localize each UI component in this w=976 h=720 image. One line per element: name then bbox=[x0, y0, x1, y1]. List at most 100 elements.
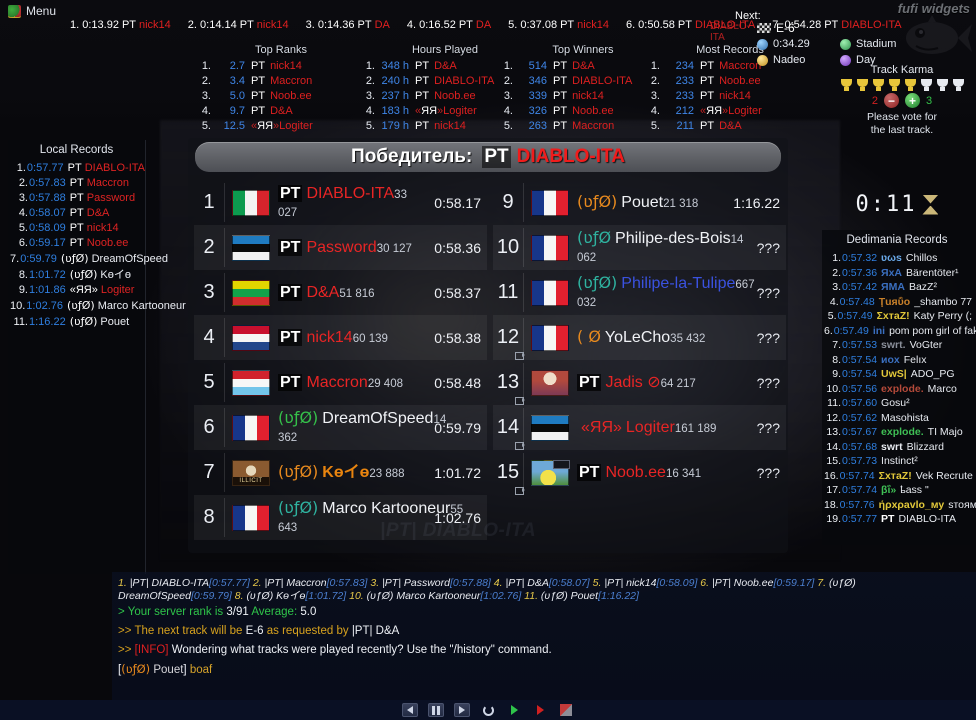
dedimania-record-row[interactable]: 2. 0:57.36 ЯxA Bärentöter¹ bbox=[822, 266, 972, 281]
scoreboard-row[interactable]: 8 (ʋƒØ) Marco Kartooneur55 643 1:02.76 bbox=[194, 495, 487, 540]
chat-result-entry: 10. (ʋƒØ) Marco Kartooneur[1:02.76] bbox=[349, 590, 522, 602]
scoreboard-column-right: 9 (ʋƒØ) Pouet21 318 1:16.22 10 (ʋƒØ Philipe-de… bbox=[493, 180, 786, 540]
dedimania-record-row[interactable]: 11. 0:57.60 Gosu² bbox=[822, 396, 972, 411]
local-records-title: Local Records bbox=[39, 144, 114, 156]
player-time: ??? bbox=[756, 284, 780, 301]
next-icon[interactable] bbox=[454, 703, 470, 717]
dedimania-record-row[interactable]: 10. 0:57.56 explode. Marco bbox=[822, 382, 972, 397]
player-name: Pouet bbox=[621, 194, 664, 211]
scoreboard-position: 7 bbox=[203, 461, 215, 483]
chat-info-line: >> [INFO] Wondering what tracks were pla… bbox=[118, 641, 970, 660]
player-clan-tag: (ʋƒØ bbox=[577, 228, 612, 247]
player-time: 0:58.38 bbox=[434, 329, 481, 346]
player-score: 161 189 bbox=[674, 422, 717, 435]
player-score: 60 139 bbox=[352, 332, 388, 345]
dedimania-record-row[interactable]: 5. 0:57.49 ΣxтaZ! Katy Perry (; bbox=[822, 309, 972, 324]
chat-msg-user: Pouet bbox=[153, 664, 184, 676]
dedimania-record-row[interactable]: 19. 0:57.77 PT DIABLO-ITA bbox=[822, 512, 972, 527]
widget-row: 2. 346 PT DIABLO-ITA bbox=[503, 75, 633, 87]
dedimania-record-row[interactable]: 18.0:57.76ήρxρavlo_муѕтоямʔ bbox=[822, 498, 976, 513]
trophy-icon bbox=[839, 78, 854, 92]
widget-row: 2. 3.4 PT Maccron bbox=[201, 75, 313, 87]
local-record-row[interactable]: 4. 0:58.07 PT D&A bbox=[8, 206, 145, 221]
prev-icon[interactable] bbox=[402, 703, 418, 717]
chat-chevron: > bbox=[118, 606, 125, 618]
karma-negative-count: 2 bbox=[871, 94, 878, 107]
player-name: Logiter bbox=[625, 418, 675, 436]
local-record-row[interactable]: 7. 0:59.79 (ʋƒØ) DreamOfSpeed bbox=[8, 251, 168, 267]
scoreboard-row[interactable]: 6 (ʋƒØ) DreamOfSpeed14 362 0:59.79 bbox=[194, 405, 487, 450]
player-info: (ʋƒØ) Kөイө23 888 bbox=[278, 463, 429, 482]
local-record-row[interactable]: 8. 1:01.72 (ʋƒØ) Kөイө bbox=[8, 267, 145, 283]
player-score: 30 127 bbox=[376, 242, 412, 255]
scoreboard-row[interactable]: 1 PT DIABLO-ITA33 027 0:58.17 bbox=[194, 180, 487, 225]
chat-next-track: E-6 bbox=[245, 625, 264, 637]
scoreboard-row[interactable]: 15 PT Noob.ee16 341??? bbox=[493, 450, 786, 495]
play-green-icon[interactable] bbox=[506, 703, 522, 717]
dedimania-record-row[interactable]: 4. 0:57.48 Ţuяΰo _shambo 77 bbox=[822, 295, 972, 310]
scoreboard-row[interactable]: 13 PT Jadis ⊘64 217??? bbox=[493, 360, 786, 405]
local-record-row[interactable]: 1. 0:57.77 PT DIABLO-ITA bbox=[8, 161, 145, 176]
chat-rank-line: > Your server rank is 3/91 Average: 5.0 bbox=[118, 603, 970, 622]
chat-result-entry: 2. |PT| Maccron[0:57.83] bbox=[252, 577, 368, 589]
scoreboard-row[interactable]: 9 (ʋƒØ) Pouet21 318 1:16.22 bbox=[493, 180, 786, 225]
chat-msg-clan: (ʋƒØ) bbox=[121, 662, 151, 676]
player-clan-tag: PT bbox=[278, 283, 303, 301]
player-time: 1:16.22 bbox=[733, 194, 780, 211]
widget-row: 2. 233 PT Noob.ee bbox=[650, 75, 761, 87]
player-name: YoLeCho bbox=[604, 329, 671, 346]
play-red-icon[interactable] bbox=[532, 703, 548, 717]
dedimania-record-row[interactable]: 16. 0:57.74 ΣxтaZ! Vek Recrute bbox=[822, 469, 973, 484]
scoreboard-row[interactable]: 7 ILLICIT (ʋƒØ) Kөイө23 888 1:01.72 bbox=[194, 450, 487, 495]
dedimania-record-row[interactable]: 3. 0:57.42 ЯMA BazZ² bbox=[822, 280, 972, 295]
scoreboard-row[interactable]: 12 ( Ø YoLeCho35 432??? bbox=[493, 315, 786, 360]
replay-icon[interactable] bbox=[480, 703, 496, 717]
country-flag-icon bbox=[232, 234, 270, 261]
dedimania-record-row[interactable]: 14. 0:57.68 swrt Blizzard bbox=[822, 440, 972, 455]
track-karma-widget: Track Karma 2 − + 3 Please vote for the … bbox=[832, 64, 972, 137]
player-info: (ʋƒØ) Marco Kartooneur55 643 bbox=[278, 499, 463, 536]
dedimania-record-row[interactable]: 1. 0:57.32 ʋωs Chillos bbox=[822, 251, 972, 266]
scoreboard-row[interactable]: 10 (ʋƒØ Philipe-des-Bois14 062??? bbox=[493, 225, 786, 270]
dedimania-record-row[interactable]: 12. 0:57.62 Masohista bbox=[822, 411, 972, 426]
flag-icon[interactable] bbox=[558, 703, 574, 717]
next-track-author: Nadeo bbox=[773, 54, 806, 66]
winner-name: DIABLO-ITA bbox=[516, 146, 625, 167]
local-record-row[interactable]: 6. 0:59.17 PT Noob.ee bbox=[8, 236, 145, 251]
hourglass-icon bbox=[922, 195, 938, 215]
dedimania-record-row[interactable]: 6. 0:57.49 ini pom pom girl of fake bbox=[822, 324, 976, 339]
widget-row: 3. 339 PT nick14 bbox=[503, 90, 604, 102]
dedimania-title: Dedimania Records bbox=[846, 234, 948, 246]
karma-upvote-button[interactable]: + bbox=[905, 93, 920, 108]
dedimania-record-row[interactable]: 9. 0:57.54 UwS| ADO_PG bbox=[822, 367, 972, 382]
player-time: ??? bbox=[756, 464, 780, 481]
chat-result-entry: 1. |PT| DIABLO-ITA[0:57.77] bbox=[118, 577, 250, 589]
chat-info-text: Wondering what tracks were played recent… bbox=[171, 644, 552, 656]
scoreboard-header: Победитель: PT DIABLO-ITA bbox=[195, 142, 781, 172]
next-track-time: 0:34.29 bbox=[773, 38, 810, 50]
scoreboard-row[interactable]: 11 (ʋƒØ) Philipe-la-Tulipe667 032??? bbox=[493, 270, 786, 315]
scoreboard-row[interactable]: 14 «ЯЯ» Logiter161 189??? bbox=[493, 405, 786, 450]
dedimania-record-row[interactable]: 17. 0:57.74 βΐ» ҍass " bbox=[822, 483, 972, 498]
local-record-row[interactable]: 5. 0:58.09 PT nick14 bbox=[8, 221, 145, 236]
local-record-row[interactable]: 11. 1:16.22 (ʋƒØ) Pouet bbox=[8, 314, 145, 330]
dedimania-record-row[interactable]: 15. 0:57.73 Instinct² bbox=[822, 454, 972, 469]
dedimania-record-row[interactable]: 7. 0:57.53 swrt. VoGter bbox=[822, 338, 972, 353]
country-flag-icon bbox=[232, 369, 270, 396]
local-record-row[interactable]: 9. 1:01.86 «ЯЯ» Logiter bbox=[8, 283, 145, 298]
local-record-row[interactable]: 2. 0:57.83 PT Maccron bbox=[8, 176, 145, 191]
local-record-row[interactable]: 10. 1:02.76 (ʋƒØ) Marco Kartooneur bbox=[8, 298, 186, 314]
player-name: Philipe-la-Tulipe bbox=[621, 275, 736, 292]
top-bar: Menu fufi widgets 1. 0:13.92 PT nick14 2. 0… bbox=[0, 0, 976, 136]
scoreboard-row[interactable]: 5 PT Maccron29 408 0:58.48 bbox=[194, 360, 487, 405]
local-record-row[interactable]: 3. 0:57.88 PT Password bbox=[8, 191, 145, 206]
clock-icon bbox=[757, 38, 768, 50]
karma-downvote-button[interactable]: − bbox=[884, 93, 899, 108]
pause-icon[interactable] bbox=[428, 703, 444, 717]
scoreboard-row[interactable]: 3 PT D&A51 816 0:58.37 bbox=[194, 270, 487, 315]
dedimania-record-row[interactable]: 8. 0:57.54 иox Felıx bbox=[822, 353, 972, 368]
player-info: PT Noob.ee16 341 bbox=[577, 463, 728, 482]
dedimania-record-row[interactable]: 13. 0:57.67 explode. TI Majo bbox=[822, 425, 972, 440]
scoreboard-row[interactable]: 4 PT nick1460 139 0:58.38 bbox=[194, 315, 487, 360]
scoreboard-row[interactable]: 2 PT Password30 127 0:58.36 bbox=[194, 225, 487, 270]
